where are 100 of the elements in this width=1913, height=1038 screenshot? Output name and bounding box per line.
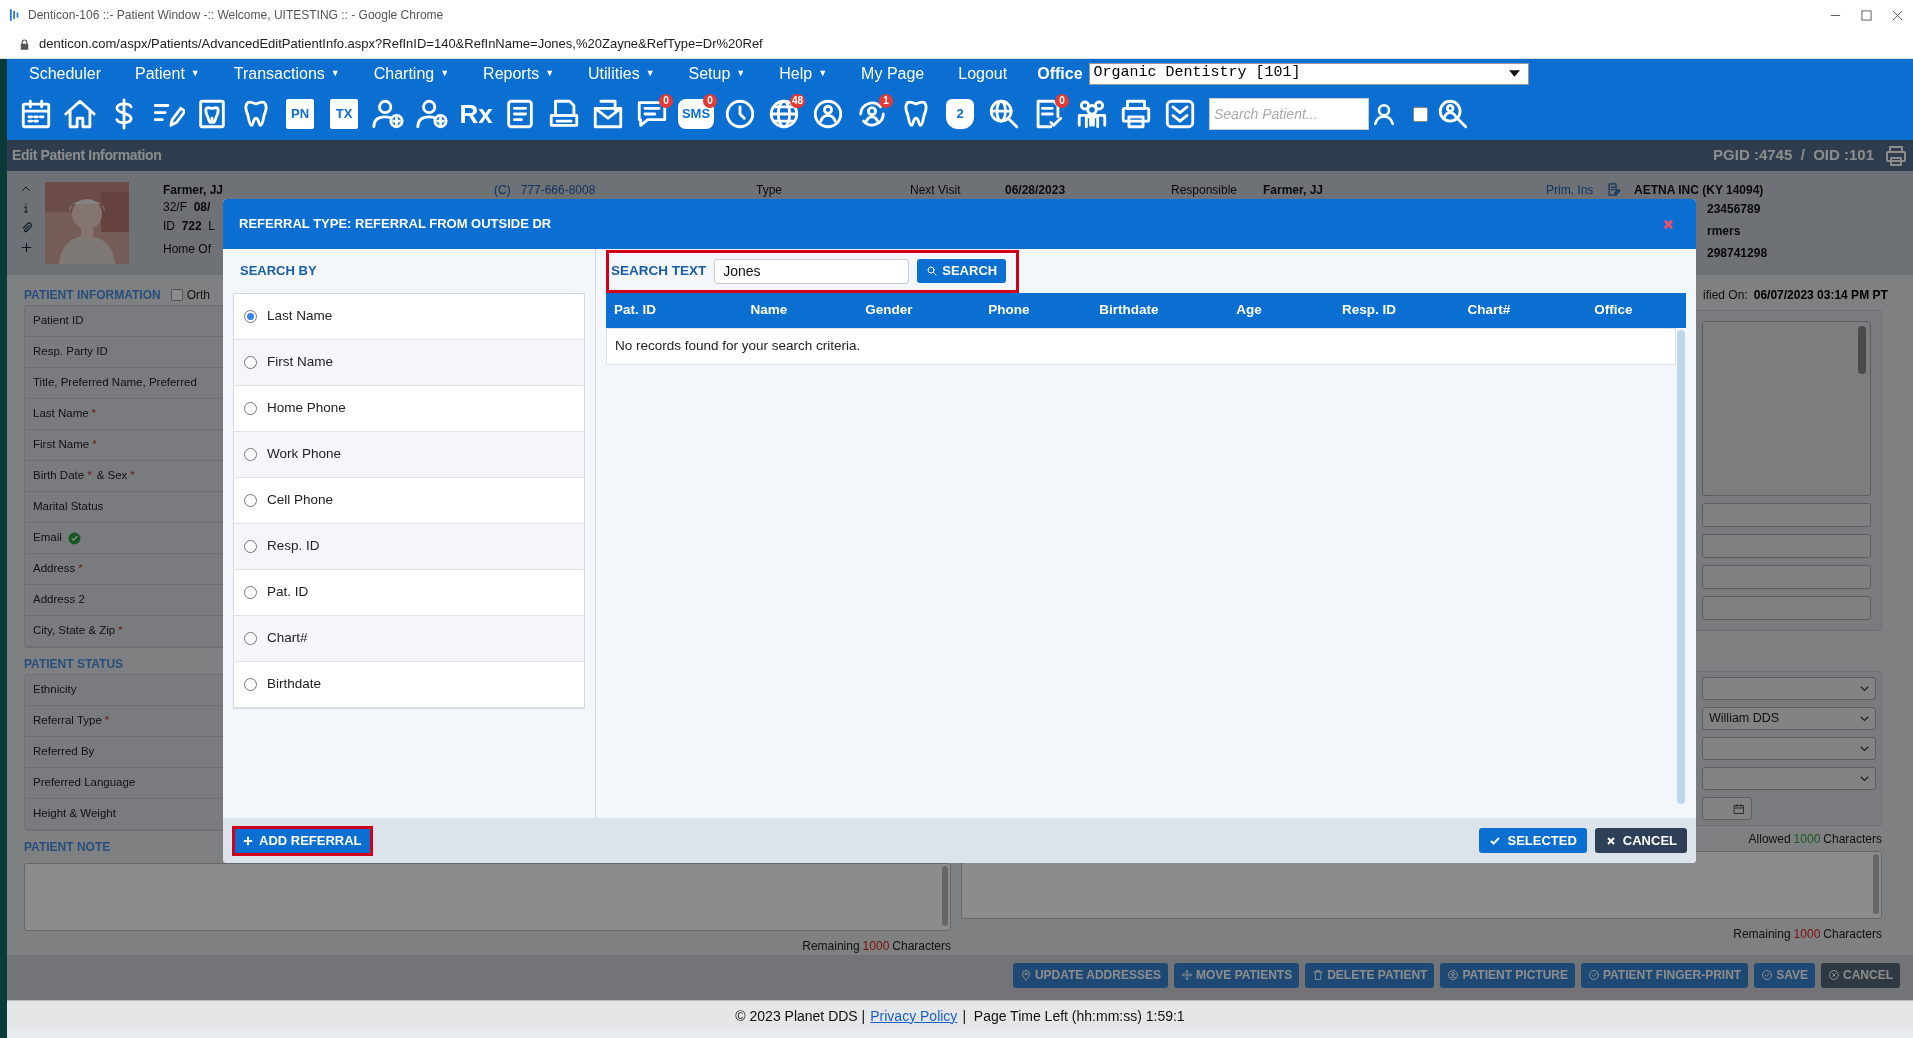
- scrollbar[interactable]: [1677, 330, 1685, 804]
- date-field[interactable]: [1702, 797, 1752, 820]
- chevrons-icon[interactable]: [1163, 97, 1197, 131]
- column-header[interactable]: Phone: [949, 300, 1069, 321]
- column-header[interactable]: Office: [1549, 300, 1678, 321]
- select-field[interactable]: [1702, 677, 1876, 700]
- lock-icon: [20, 38, 29, 50]
- document-button[interactable]: PN: [286, 99, 314, 129]
- column-header[interactable]: Pat. ID: [614, 300, 709, 321]
- action-button[interactable]: PATIENT PICTURE: [1440, 962, 1575, 988]
- notification-badge: 48: [789, 94, 805, 108]
- close-icon[interactable]: [1892, 9, 1903, 21]
- prescription-button[interactable]: Rx: [459, 97, 493, 131]
- input-field[interactable]: [1702, 534, 1871, 558]
- input-field[interactable]: [1702, 565, 1871, 589]
- field-label: Patient ID: [33, 313, 84, 329]
- dropdown-caret-icon: ▼: [545, 66, 555, 81]
- radio-button[interactable]: [244, 356, 257, 369]
- privacy-policy-link[interactable]: Privacy Policy: [870, 1005, 958, 1027]
- radio-option[interactable]: Work Phone: [234, 432, 584, 478]
- menu-item[interactable]: Transactions ▼: [233, 59, 374, 88]
- menu-item[interactable]: Utilities ▼: [588, 59, 689, 88]
- field-label: Marital Status: [33, 499, 104, 515]
- globe-people-icon[interactable]: [811, 97, 845, 131]
- radio-option[interactable]: Resp. ID: [234, 524, 584, 570]
- action-button[interactable]: CANCEL: [1821, 962, 1900, 988]
- insurance-link[interactable]: Prim. Ins: [1546, 180, 1606, 199]
- calendar-icon[interactable]: [1733, 802, 1745, 815]
- field-label: Type: [756, 181, 783, 199]
- radio-button[interactable]: [244, 310, 257, 323]
- select-field[interactable]: [1702, 737, 1876, 760]
- column-header[interactable]: Chart#: [1429, 300, 1549, 321]
- maximize-icon[interactable]: [1861, 9, 1872, 21]
- radio-option[interactable]: First Name: [234, 340, 584, 386]
- checkbox[interactable]: [170, 289, 183, 301]
- input-field[interactable]: [1702, 596, 1871, 620]
- office-select[interactable]: Organic Dentistry [101]: [1088, 62, 1529, 85]
- menu-item[interactable]: My Page: [861, 59, 959, 88]
- clock-icon[interactable]: [723, 97, 757, 131]
- edit-document-icon[interactable]: [1606, 182, 1621, 197]
- menu-item[interactable]: Charting ▼: [373, 59, 484, 88]
- radio-button[interactable]: [244, 586, 257, 599]
- column-header[interactable]: Age: [1189, 300, 1309, 321]
- calendar-icon[interactable]: [19, 97, 53, 131]
- field-label: First Name: [33, 437, 90, 453]
- menu-item[interactable]: Patient ▼: [135, 59, 234, 88]
- select-field[interactable]: [1702, 767, 1876, 790]
- tooth-button[interactable]: 2: [946, 99, 974, 129]
- column-header[interactable]: Gender: [829, 300, 949, 321]
- cancel-button[interactable]: CANCEL: [1594, 828, 1687, 853]
- radio-button[interactable]: [244, 632, 257, 645]
- character-count-label: Allowed: [1748, 831, 1791, 844]
- field-label: Last Name: [33, 406, 89, 422]
- select-field[interactable]: William DDS: [1702, 707, 1876, 730]
- action-button[interactable]: UPDATE ADDRESSES: [1012, 962, 1168, 988]
- required-mark: *: [104, 713, 110, 729]
- radio-button[interactable]: [244, 540, 257, 553]
- home-icon[interactable]: [63, 97, 97, 131]
- column-header[interactable]: Birthdate: [1069, 300, 1189, 321]
- menu-item[interactable]: Setup ▼: [688, 59, 780, 88]
- note-field[interactable]: [24, 863, 951, 931]
- menu-item[interactable]: Reports ▼: [483, 59, 589, 88]
- patient-search-field[interactable]: Search Patient...: [1209, 98, 1369, 130]
- column-header[interactable]: Name: [709, 300, 829, 321]
- envelope-icon[interactable]: [591, 97, 625, 131]
- menu-item[interactable]: Scheduler: [29, 59, 136, 88]
- globe-search-icon[interactable]: [987, 97, 1021, 131]
- required-mark: *: [91, 406, 97, 422]
- people-search-icon[interactable]: [1436, 97, 1470, 131]
- radio-option[interactable]: Chart#: [234, 616, 584, 662]
- action-button[interactable]: MOVE PATIENTS: [1173, 962, 1300, 988]
- search-button[interactable]: SEARCH: [917, 259, 1007, 283]
- required-mark: *: [130, 468, 135, 484]
- printer-icon[interactable]: [1119, 97, 1153, 131]
- person-add-icon[interactable]: [371, 97, 405, 131]
- required-mark: *: [78, 561, 83, 577]
- person-add-icon[interactable]: [415, 97, 449, 131]
- action-button[interactable]: PATIENT FINGER-PRINT: [1581, 962, 1749, 988]
- globe-icon[interactable]: [767, 97, 801, 131]
- option-label: Home Phone: [267, 399, 346, 418]
- character-count-label: Characters: [1823, 926, 1882, 943]
- action-button[interactable]: SAVE: [1754, 962, 1815, 988]
- radio-button[interactable]: [244, 494, 257, 507]
- menu-item[interactable]: Help ▼: [779, 59, 862, 88]
- document-button[interactable]: TX: [330, 99, 358, 129]
- close-circle-icon: [1828, 969, 1840, 981]
- search-text-field[interactable]: Jones: [714, 258, 910, 284]
- character-count-label: Characters: [1823, 831, 1882, 844]
- radio-button[interactable]: [244, 402, 257, 415]
- selected-button[interactable]: SELECTED: [1479, 828, 1587, 853]
- radio-button[interactable]: [244, 678, 257, 691]
- printer-icon[interactable]: [1884, 143, 1908, 168]
- action-button[interactable]: DELETE PATIENT: [1305, 962, 1435, 988]
- add-referral-button[interactable]: ADD REFERRAL: [235, 828, 370, 853]
- checkbox[interactable]: [1413, 106, 1428, 122]
- input-field[interactable]: [1702, 503, 1871, 527]
- phone-link[interactable]: (C) 777-666-8008: [494, 180, 756, 199]
- radio-button[interactable]: [244, 448, 257, 461]
- dropdown-caret-icon: ▼: [645, 66, 655, 81]
- column-header[interactable]: Resp. ID: [1309, 300, 1429, 321]
